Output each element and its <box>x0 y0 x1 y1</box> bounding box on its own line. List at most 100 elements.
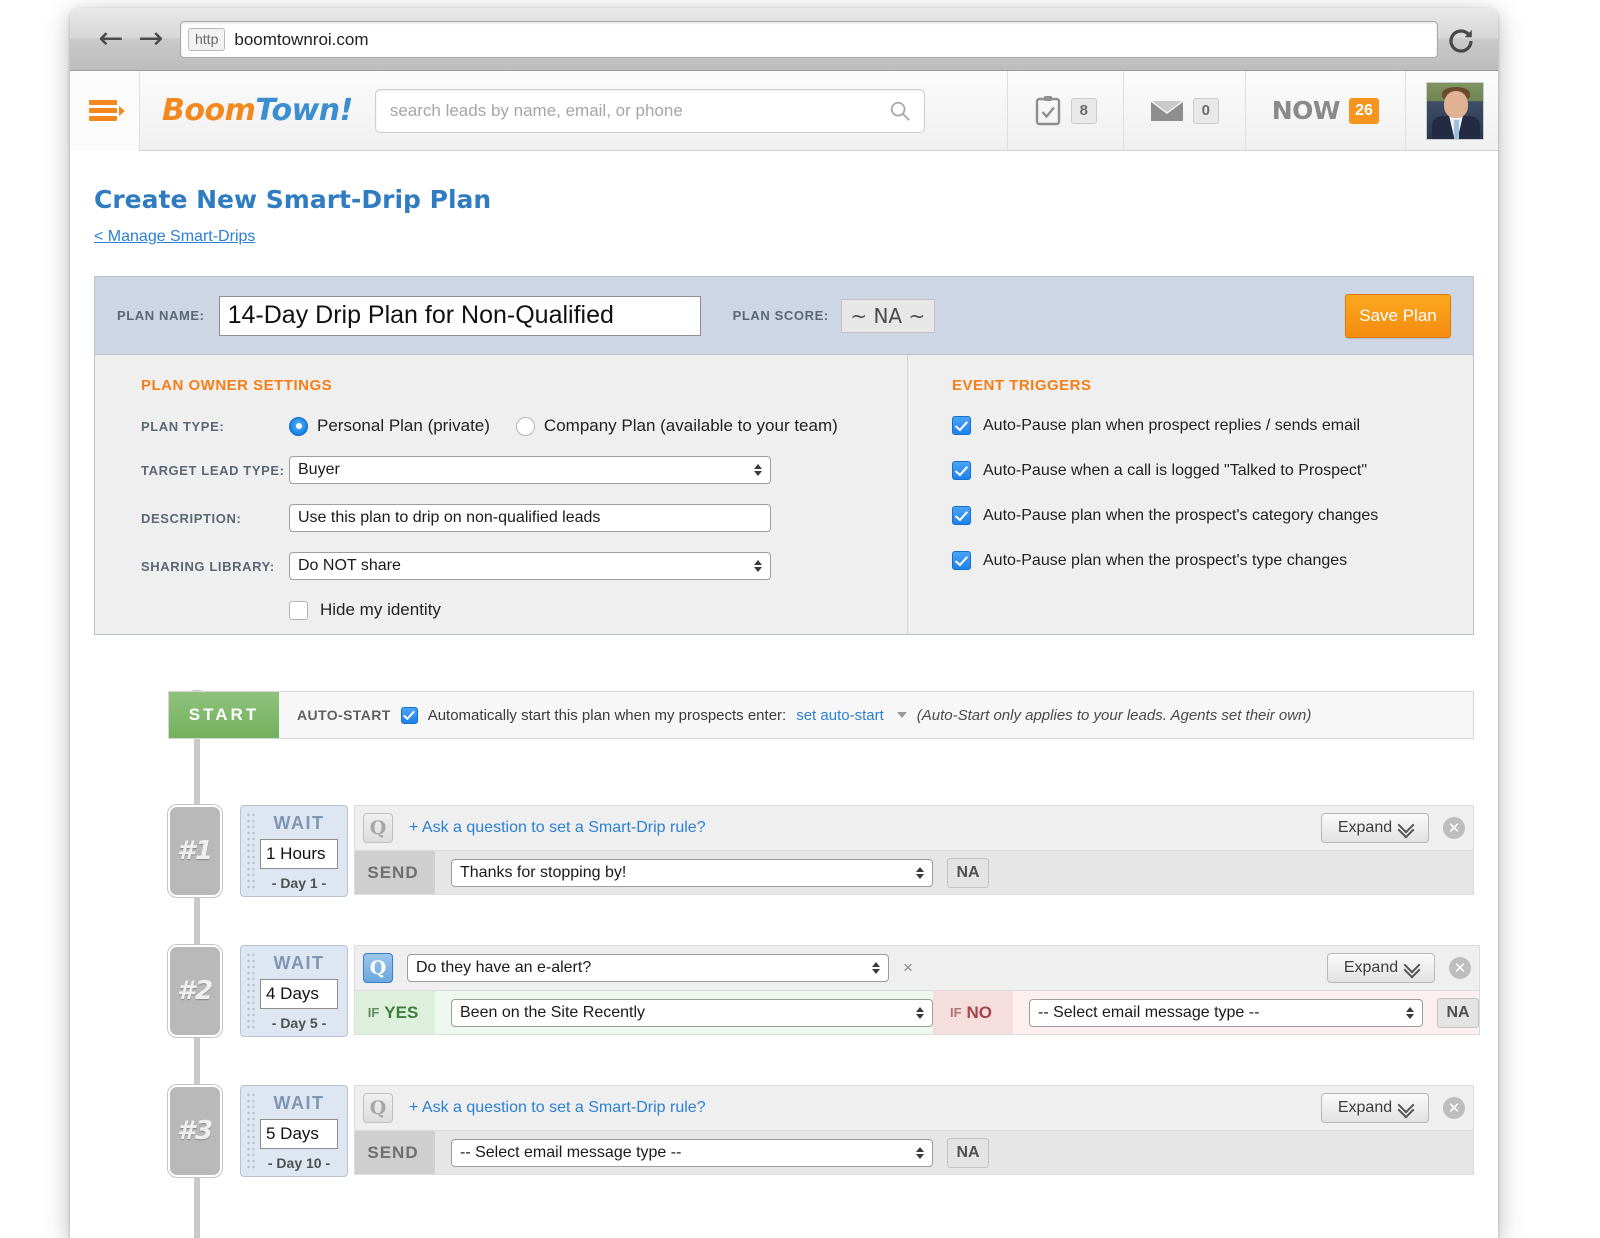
event-trigger-label-3: Auto-Pause plan when the prospect's type… <box>983 551 1348 569</box>
envelope-icon <box>1150 99 1184 121</box>
browser-chrome: ← → http boomtownroi.com <box>70 8 1498 71</box>
auto-start-checkbox[interactable] <box>400 706 418 724</box>
description-input[interactable] <box>289 504 771 532</box>
plan-score-label: PLAN SCORE: <box>732 308 829 323</box>
email-template-select[interactable] <box>451 1138 933 1167</box>
description-label: DESCRIPTION: <box>141 510 242 526</box>
address-bar[interactable]: http boomtownroi.com <box>180 21 1438 58</box>
hide-identity-row[interactable]: Hide my identity <box>289 600 907 620</box>
sharing-library-label: SHARING LIBRARY: <box>141 558 275 574</box>
wait-box: WAIT - Day 10 - <box>240 1085 348 1177</box>
event-trigger-row[interactable]: Auto-Pause when a call is logged "Talked… <box>952 461 1473 480</box>
plan-owner-settings-title: PLAN OWNER SETTINGS <box>141 377 333 394</box>
target-lead-type-select-wrap <box>289 456 771 484</box>
auto-start-note: (Auto-Start only applies to your leads. … <box>916 706 1312 724</box>
avatar <box>1426 81 1484 140</box>
delete-step-icon[interactable]: ✕ <box>1449 957 1471 979</box>
event-triggers-title: EVENT TRIGGERS <box>952 377 1092 394</box>
event-trigger-label-0: Auto-Pause plan when prospect replies / … <box>983 416 1361 434</box>
settings-split: PLAN OWNER SETTINGS PLAN TYPE: Personal … <box>95 355 1473 634</box>
expand-button[interactable]: Expand <box>1321 813 1429 843</box>
delete-step-icon[interactable]: ✕ <box>1443 1097 1465 1119</box>
wait-duration-input[interactable] <box>260 979 338 1009</box>
plan-name-input[interactable] <box>218 295 701 336</box>
event-trigger-checkbox-2[interactable] <box>952 506 971 525</box>
wait-day-label: - Day 1 - <box>271 875 327 891</box>
search-input[interactable] <box>374 88 925 133</box>
drag-handle[interactable] <box>246 812 257 890</box>
drip-flow: START AUTO-START Automatically start thi… <box>70 691 1498 1238</box>
save-plan-button[interactable]: Save Plan <box>1345 293 1451 338</box>
clear-question-icon[interactable]: × <box>903 958 913 978</box>
auto-start-sentence: Automatically start this plan when my pr… <box>427 706 787 724</box>
yes-branch-tag: IF YES <box>355 991 435 1034</box>
plan-type-row: PLAN TYPE: Personal Plan (private) Compa… <box>141 416 907 436</box>
sharing-library-select-wrap <box>289 552 771 580</box>
delete-step-icon[interactable]: ✕ <box>1443 817 1465 839</box>
ask-question-link[interactable]: + Ask a question to set a Smart-Drip rul… <box>409 819 706 837</box>
na-button[interactable]: NA <box>1437 997 1479 1028</box>
set-auto-start-link[interactable]: set auto-start <box>796 707 884 724</box>
brand-logo[interactable]: BoomTown! <box>162 93 353 128</box>
wait-duration-input[interactable] <box>260 839 338 869</box>
auto-start-label: AUTO-START <box>297 707 391 723</box>
drag-handle[interactable] <box>246 952 257 1030</box>
wait-title: WAIT <box>273 813 325 833</box>
step-row: #3 WAIT - Day 10 - Q + Ask a question to… <box>168 1085 1474 1177</box>
event-trigger-label-2: Auto-Pause plan when the prospect's cate… <box>983 506 1379 524</box>
event-trigger-row[interactable]: Auto-Pause plan when the prospect's type… <box>952 551 1473 570</box>
wait-box: WAIT - Day 5 - <box>240 945 348 1037</box>
chevron-down-icon[interactable] <box>896 712 907 718</box>
yes-email-select[interactable] <box>451 998 933 1027</box>
radio-personal-plan[interactable]: Personal Plan (private) <box>289 416 490 436</box>
breadcrumb-manage-smart-drips[interactable]: < Manage Smart-Drips <box>94 228 255 246</box>
reload-icon[interactable] <box>1446 26 1476 56</box>
tasks-button[interactable]: 8 <box>1006 71 1123 151</box>
start-row: START AUTO-START Automatically start thi… <box>168 691 1474 739</box>
wait-duration-input[interactable] <box>260 1119 338 1149</box>
event-trigger-row[interactable]: Auto-Pause plan when prospect replies / … <box>952 416 1473 435</box>
event-trigger-checkbox-3[interactable] <box>952 551 971 570</box>
expand-label: Expand <box>1337 819 1393 836</box>
page-viewport: BoomTown! 8 <box>70 71 1498 1238</box>
wait-day-label: - Day 10 - <box>267 1155 331 1171</box>
sharing-library-row: SHARING LIBRARY: <box>141 552 907 580</box>
na-button[interactable]: NA <box>947 857 989 888</box>
target-lead-type-select[interactable] <box>289 456 771 484</box>
forward-arrow-icon[interactable]: → <box>136 24 166 54</box>
menu-toggle-button[interactable] <box>70 71 140 151</box>
email-template-select[interactable] <box>451 858 933 887</box>
expand-button[interactable]: Expand <box>1327 953 1435 983</box>
radio-company-plan[interactable]: Company Plan (available to your team) <box>515 416 838 436</box>
no-email-select[interactable] <box>1029 998 1423 1027</box>
step-number-badge: #2 <box>168 945 222 1037</box>
radio-dot-company <box>515 416 535 436</box>
user-menu[interactable] <box>1405 71 1498 151</box>
app-header: BoomTown! 8 <box>70 71 1498 151</box>
question-icon[interactable]: Q <box>363 953 393 983</box>
clipboard-check-icon <box>1035 95 1060 125</box>
expand-button[interactable]: Expand <box>1321 1093 1429 1123</box>
event-trigger-checkbox-0[interactable] <box>952 416 971 435</box>
now-count: 26 <box>1349 97 1379 124</box>
ask-question-link[interactable]: + Ask a question to set a Smart-Drip rul… <box>409 1099 706 1117</box>
step-row: #2 WAIT - Day 5 - Q <box>168 945 1480 1037</box>
question-icon[interactable]: Q <box>363 1093 393 1123</box>
hide-identity-checkbox[interactable] <box>289 600 308 620</box>
wait-title: WAIT <box>273 1093 325 1113</box>
na-button[interactable]: NA <box>947 1137 989 1168</box>
mail-count: 0 <box>1192 97 1219 124</box>
now-button[interactable]: NOW 26 <box>1244 71 1405 151</box>
drag-handle[interactable] <box>246 1092 257 1170</box>
event-trigger-checkbox-1[interactable] <box>952 461 971 480</box>
description-row: DESCRIPTION: <box>141 504 907 532</box>
mail-button[interactable]: 0 <box>1122 71 1245 151</box>
question-icon[interactable]: Q <box>363 813 393 843</box>
back-arrow-icon[interactable]: ← <box>96 24 126 54</box>
question-select[interactable] <box>407 954 889 982</box>
event-trigger-row[interactable]: Auto-Pause plan when the prospect's cate… <box>952 506 1473 525</box>
plan-owner-settings: PLAN OWNER SETTINGS PLAN TYPE: Personal … <box>95 355 907 634</box>
plan-score-value: ~ NA ~ <box>840 298 935 333</box>
sharing-library-select[interactable] <box>289 552 771 580</box>
target-lead-type-row: TARGET LEAD TYPE: <box>141 456 907 484</box>
